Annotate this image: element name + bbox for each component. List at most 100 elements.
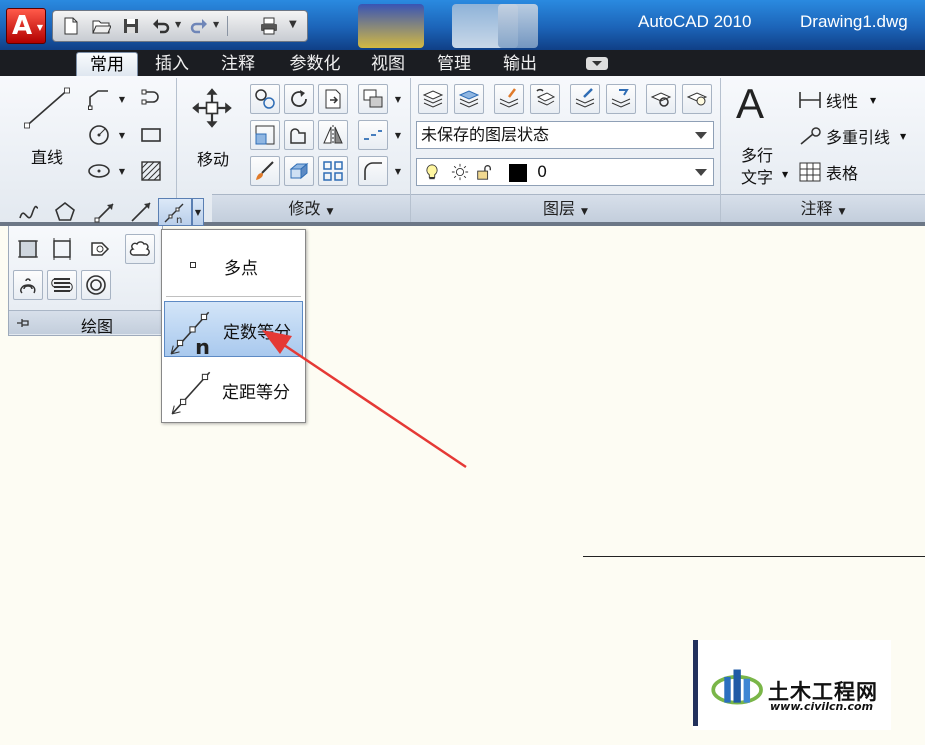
flyout-item-label: 定数等分 — [223, 323, 291, 343]
helix-icon — [20, 278, 36, 294]
chevron-down-icon: ▼ — [581, 207, 588, 217]
save-button[interactable] — [119, 15, 143, 37]
modify-panel-title[interactable]: 修改 ▼ — [212, 194, 410, 222]
offset-button[interactable] — [284, 156, 314, 186]
hatch-button[interactable] — [136, 156, 166, 186]
divide-icon: n — [164, 203, 184, 224]
multiline-text-button[interactable]: A 多行 文字 ▼ — [730, 80, 790, 190]
layer-isolate-button[interactable] — [570, 84, 600, 114]
current-layer-dropdown[interactable]: 0 — [416, 158, 714, 186]
wipeout-button[interactable] — [85, 234, 115, 264]
explode-dropdown-icon[interactable]: ▼ — [392, 120, 404, 150]
building-logo-icon — [711, 669, 763, 705]
table-button[interactable]: 表格 — [798, 160, 858, 184]
annotation-panel-title[interactable]: 注释 ▼ — [721, 194, 925, 222]
multiline-text-dropdown-icon[interactable]: ▼ — [782, 170, 788, 179]
move-label: 移动 — [196, 150, 229, 169]
erase-button[interactable] — [250, 156, 280, 186]
flyout-item-divide[interactable]: n 定数等分 — [164, 301, 303, 357]
multileader-button[interactable]: 多重引线 ▼ — [798, 124, 906, 148]
copy-button[interactable] — [318, 84, 348, 114]
spring-button[interactable] — [47, 270, 77, 300]
layers-panel-title[interactable]: 图层 ▼ — [411, 194, 720, 222]
application-menu-button[interactable]: A ▼ — [6, 8, 46, 44]
circle-button[interactable] — [84, 120, 114, 150]
undo-dropdown-icon[interactable]: ▼ — [175, 20, 181, 29]
customize-toolbar-icon[interactable]: ▼ — [289, 19, 297, 30]
draw-line-button[interactable]: 直线 — [14, 82, 80, 168]
layer-match-button[interactable] — [494, 84, 524, 114]
print-button[interactable] — [257, 15, 281, 37]
tab-manage[interactable]: 管理 — [428, 52, 480, 76]
ray-button[interactable] — [88, 198, 122, 226]
donut-button[interactable] — [81, 270, 111, 300]
text-a-icon: A — [736, 80, 765, 127]
layer-brush-icon — [499, 88, 519, 108]
open-file-button[interactable] — [89, 15, 113, 37]
undo-button[interactable] — [149, 15, 173, 37]
revision-cloud-button[interactable] — [125, 234, 155, 264]
layer-properties-icon — [422, 90, 444, 108]
tab-output[interactable]: 输出 — [494, 52, 546, 76]
spline-button[interactable] — [12, 198, 46, 226]
tab-annotate[interactable]: 注释 — [212, 52, 264, 76]
layers-panel-title-text: 图层 — [543, 199, 576, 218]
ellipse-dropdown-icon[interactable]: ▼ — [116, 156, 128, 186]
flyout-item-measure[interactable]: 定距等分 — [164, 362, 303, 418]
new-file-button[interactable] — [59, 15, 83, 37]
polygon-button[interactable] — [48, 198, 82, 226]
rotate-button[interactable] — [250, 84, 280, 114]
chevron-down-icon[interactable]: ▼ — [900, 132, 906, 141]
arc-button[interactable] — [136, 84, 166, 114]
region-button[interactable] — [47, 234, 77, 264]
array-dropdown-icon[interactable]: ▼ — [392, 84, 404, 114]
draw-panel-title[interactable]: 绘图 — [9, 310, 162, 336]
explode-button[interactable] — [358, 120, 388, 150]
minimize-ribbon-toggle-icon[interactable] — [586, 57, 608, 70]
polyline-button[interactable] — [84, 84, 114, 114]
layer-freeze-button[interactable] — [646, 84, 676, 114]
boundary-button[interactable] — [13, 234, 43, 264]
stretch-button[interactable] — [284, 120, 314, 150]
fillet-button[interactable] — [358, 156, 388, 186]
app-title: AutoCAD 2010 — [638, 12, 752, 31]
ellipse-button[interactable] — [84, 156, 114, 186]
tab-insert[interactable]: 插入 — [146, 52, 198, 76]
rectangular-array-button[interactable] — [318, 156, 348, 186]
trim-button[interactable] — [284, 84, 314, 114]
scale-button[interactable] — [250, 120, 280, 150]
redo-button[interactable] — [187, 15, 211, 37]
point-tools-dropdown-icon[interactable]: ▼ — [192, 198, 204, 226]
open-folder-icon — [92, 20, 111, 34]
divide-tool-button[interactable]: n — [158, 198, 192, 226]
polyline-dropdown-icon[interactable]: ▼ — [116, 84, 128, 114]
linear-dimension-button[interactable]: 线性 ▼ — [798, 88, 876, 112]
circle-dropdown-icon[interactable]: ▼ — [116, 120, 128, 150]
fillet-dropdown-icon[interactable]: ▼ — [392, 156, 404, 186]
chevron-down-icon[interactable]: ▼ — [870, 96, 876, 105]
tab-parametric[interactable]: 参数化 — [280, 52, 350, 76]
ribbon: 直线 ▼ ▼ ▼ 移动 ▼ ▼ ▼ 未保存的图层状态 0 A 多行 文字 ▼ 线… — [0, 76, 925, 226]
flyout-item-multiple-points[interactable]: 多点 — [164, 238, 303, 294]
layer-previous-button[interactable] — [530, 84, 560, 114]
pin-icon[interactable] — [15, 315, 31, 331]
mirror-button[interactable] — [318, 120, 348, 150]
layer-off-button[interactable] — [682, 84, 712, 114]
move-button[interactable]: 移动 — [184, 84, 242, 169]
background-desktop-icon — [498, 4, 538, 48]
layer-state-dropdown[interactable]: 未保存的图层状态 — [416, 121, 714, 149]
layer-unisolate-button[interactable] — [606, 84, 636, 114]
layer-properties-button[interactable] — [418, 84, 448, 114]
redo-dropdown-icon[interactable]: ▼ — [213, 20, 219, 29]
helix-button[interactable] — [13, 270, 43, 300]
tab-view[interactable]: 视图 — [362, 52, 414, 76]
redo-icon — [190, 19, 207, 34]
layer-state-button[interactable] — [454, 84, 484, 114]
rectangle-button[interactable] — [136, 120, 166, 150]
flyout-separator — [166, 296, 301, 297]
document-title: Drawing1.dwg — [800, 12, 908, 31]
array-button[interactable] — [358, 84, 388, 114]
spline-icon — [19, 205, 39, 219]
construction-line-button[interactable] — [124, 198, 158, 226]
tab-home[interactable]: 常用 — [76, 52, 138, 76]
